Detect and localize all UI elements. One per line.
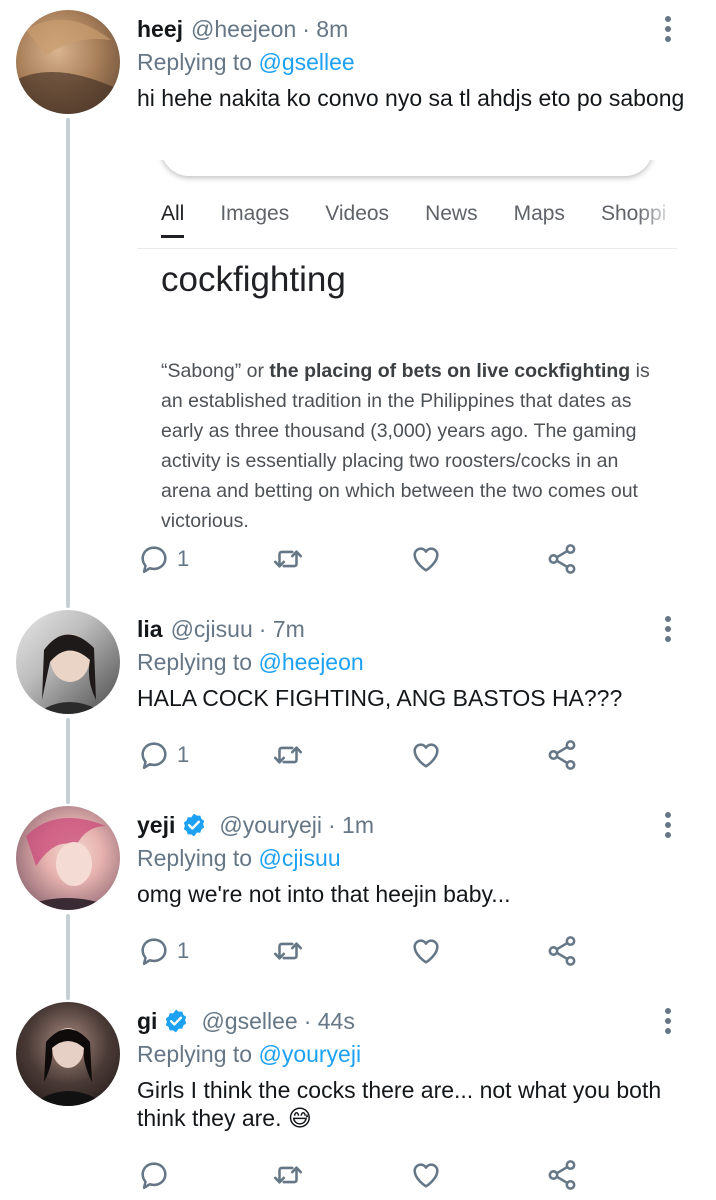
share-button[interactable] — [545, 931, 579, 971]
reply-button[interactable]: 1 — [137, 931, 189, 971]
retweet-icon — [273, 1166, 303, 1184]
avatar[interactable] — [16, 10, 120, 114]
tweet-header: yeji @youryeji · 1m — [137, 810, 696, 840]
tweet-text: omg we're not into that heejin baby... — [137, 881, 511, 907]
tweet-actions: 1 — [137, 735, 587, 775]
retweet-button[interactable] — [271, 539, 305, 579]
reply-button[interactable]: 1 — [137, 539, 189, 579]
tweet-header: lia @cjisuu · 7m — [137, 614, 696, 644]
reply-icon — [141, 1162, 167, 1190]
search-snippet: “Sabong” or the placing of bets on live … — [161, 356, 653, 530]
search-query: cockfighting — [161, 260, 346, 299]
retweet-button[interactable] — [271, 1155, 305, 1195]
tweet-actions: 1 — [137, 931, 587, 971]
replying-label: Replying to — [137, 49, 253, 75]
reply-button[interactable]: 1 — [137, 735, 189, 775]
reply-icon — [141, 938, 167, 966]
share-icon — [548, 544, 576, 574]
tweet-actions — [137, 1155, 587, 1195]
snippet-bold: the placing of bets on live cockfighting — [269, 360, 631, 382]
reply-count: 1 — [177, 546, 190, 571]
like-button[interactable] — [409, 539, 443, 579]
mention-link[interactable]: @heejeon — [258, 649, 363, 675]
retweet-icon — [273, 746, 303, 764]
user-handle[interactable]: @heejeon — [191, 14, 296, 44]
tab-news: News — [425, 202, 478, 225]
like-button[interactable] — [409, 1155, 443, 1195]
snippet-quote: “Sabong” or — [161, 360, 270, 382]
search-bar — [161, 160, 653, 176]
user-handle[interactable]: @gsellee — [201, 1006, 297, 1036]
divider — [137, 248, 677, 249]
user-handle[interactable]: @cjisuu — [171, 614, 253, 644]
retweet-icon — [273, 550, 303, 568]
thread-line — [66, 118, 70, 608]
tweet-header: heej @heejeon · 8m — [137, 14, 696, 44]
mention-link[interactable]: @cjisuu — [258, 845, 340, 871]
timestamp: · 1m — [327, 812, 374, 838]
more-icon[interactable] — [664, 16, 672, 46]
avatar[interactable] — [16, 806, 120, 910]
timestamp: · 8m — [302, 16, 349, 42]
reply-count: 1 — [177, 742, 190, 767]
display-name[interactable]: yeji — [137, 810, 175, 840]
replying-label: Replying to — [137, 1041, 253, 1067]
tweet-header: gi @gsellee · 44s — [137, 1006, 696, 1036]
display-name[interactable]: gi — [137, 1006, 157, 1036]
share-button[interactable] — [545, 1155, 579, 1195]
replying-to: Replying to @gsellee — [137, 46, 696, 78]
thread-line — [66, 718, 70, 804]
share-button[interactable] — [545, 539, 579, 579]
share-button[interactable] — [545, 735, 579, 775]
reply-count: 1 — [177, 938, 190, 963]
tab-maps: Maps — [513, 202, 565, 225]
tweet-text: Girls I think the cocks there are... not… — [137, 1077, 662, 1131]
like-icon — [413, 547, 439, 572]
more-icon[interactable] — [664, 1008, 672, 1038]
search-tabs: All Images Videos News Maps Shoppi — [161, 202, 677, 238]
tabs-fade — [637, 190, 677, 240]
user-handle[interactable]: @youryeji — [219, 810, 322, 840]
verified-icon — [184, 813, 205, 837]
timestamp: · 44s — [303, 1008, 355, 1034]
verified-icon — [166, 1009, 187, 1033]
replying-label: Replying to — [137, 649, 253, 675]
like-button[interactable] — [409, 735, 443, 775]
share-icon — [548, 740, 576, 770]
reply-icon — [141, 742, 167, 770]
share-icon — [548, 936, 576, 966]
thread-line — [66, 914, 70, 1000]
like-button[interactable] — [409, 931, 443, 971]
tweet-text: HALA COCK FIGHTING, ANG BASTOS HA??? — [137, 685, 623, 711]
tab-all: All — [161, 202, 185, 238]
like-icon — [413, 939, 439, 964]
retweet-icon — [273, 942, 303, 960]
like-icon — [413, 743, 439, 768]
mention-link[interactable]: @gsellee — [258, 49, 354, 75]
replying-to: Replying to @heejeon — [137, 646, 696, 678]
reply-button[interactable] — [137, 1155, 177, 1195]
replying-to: Replying to @cjisuu — [137, 842, 696, 874]
snippet-text: is an established tradition in the Phili… — [161, 360, 650, 530]
tweet-actions: 1 — [137, 539, 587, 579]
reply-icon — [141, 546, 167, 574]
display-name[interactable]: lia — [137, 614, 163, 644]
tab-images: Images — [220, 202, 290, 225]
like-icon — [413, 1163, 439, 1188]
more-icon[interactable] — [664, 616, 672, 646]
mention-link[interactable]: @youryeji — [258, 1041, 361, 1067]
retweet-button[interactable] — [271, 735, 305, 775]
tweet-text: hi hehe nakita ko convo nyo sa tl ahdjs … — [137, 85, 685, 111]
replying-to: Replying to @youryeji — [137, 1038, 696, 1070]
retweet-button[interactable] — [271, 931, 305, 971]
avatar[interactable] — [16, 1002, 120, 1106]
replying-label: Replying to — [137, 845, 253, 871]
avatar[interactable] — [16, 610, 120, 714]
share-icon — [548, 1160, 576, 1190]
tab-videos: Videos — [325, 202, 390, 225]
embedded-image[interactable]: All Images Videos News Maps Shoppi cockf… — [137, 160, 677, 530]
display-name[interactable]: heej — [137, 14, 183, 44]
more-icon[interactable] — [664, 812, 672, 842]
timestamp: · 7m — [258, 616, 305, 642]
